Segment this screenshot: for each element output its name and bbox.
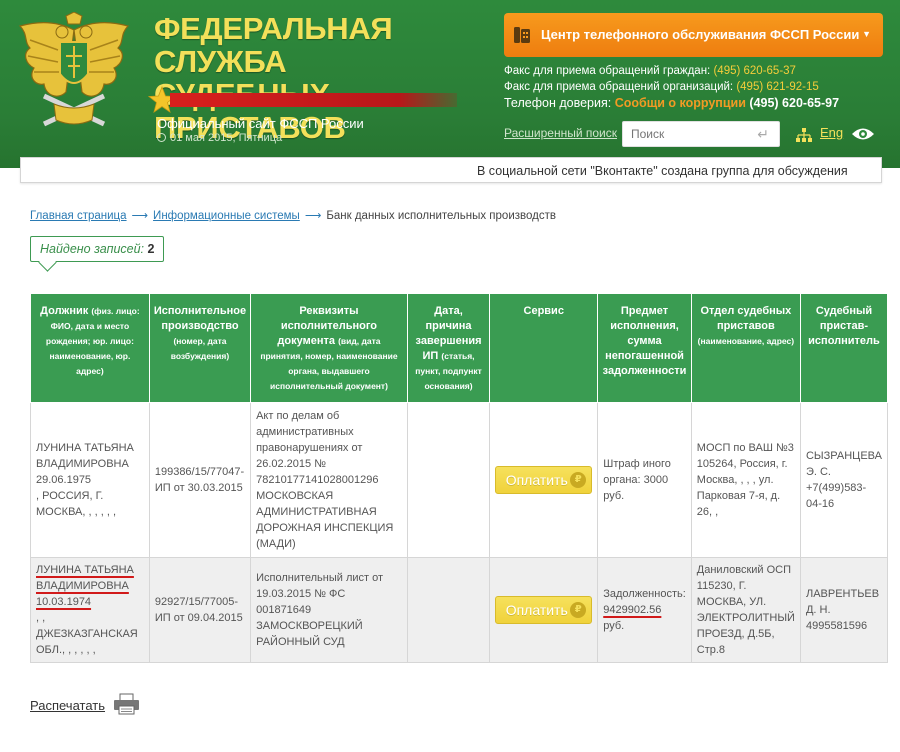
breadcrumb-current: Банк данных исполнительных производств [326,210,556,222]
col-header-debtor: Должник (физ. лицо: ФИО, дата и место ро… [30,294,150,403]
debtor-name-line1: ЛУНИНА ТАТЬЯНА [36,564,134,576]
sitemap-icon[interactable] [796,127,812,143]
cell-document: Акт по делам об административных правона… [250,402,408,558]
results-table: Должник (физ. лицо: ФИО, дата и место ро… [30,294,889,663]
pay-button[interactable]: Оплатить ₽ [495,466,593,494]
site-subtitle: Официальный сайт ФССП России [157,116,364,131]
hotline: Телефон доверия: Сообщи о коррупции (495… [504,95,839,111]
col-department-note: (наименование, адрес) [697,336,795,346]
arrow-right-icon: ⟶ [131,210,149,222]
cell-bailiff: ЛАВРЕНТЬЕВ Д. Н. 4995581596 [799,557,889,663]
enter-icon[interactable]: ↵ [757,126,769,143]
cell-proceeding: 92927/15/77005-ИП от 09.04.2015 [148,557,252,663]
phone-center-dropdown[interactable]: Центр телефонного обслуживания ФССП Росс… [504,13,883,57]
col-debtor-title: Должник [40,305,89,317]
cell-subject: Задолженность: 9429902.56 руб. [597,557,692,663]
pay-button[interactable]: Оплатить ₽ [495,596,593,624]
eye-icon[interactable] [851,126,875,142]
cell-subject: Штраф иного органа: 3000 руб. [597,402,692,558]
cell-debtor: ЛУНИНА ТАТЬЯНА ВЛАДИМИРОВНА 29.06.1975 , Р… [30,402,150,558]
cell-proceeding: 199386/15/77047-ИП от 30.03.2015 [148,402,252,558]
fax-orgs-number: (495) 621-92-15 [736,81,819,93]
debtor-place: , , ДЖЕЗКАЗГАНСКАЯ ОБЛ., , , , , , [36,612,138,656]
arrow-right-icon: ⟶ [304,210,322,222]
col-header-service: Сервис [489,294,599,403]
cell-end [406,402,491,558]
debtor-dob: 10.03.1974 [36,596,92,608]
breadcrumb: Главная страница ⟶ Информационные системы ⟶… [30,208,556,222]
col-header-end: Дата, причина завершения ИП (статья, пун… [406,294,491,403]
debtor-dob: 29.06.1975 [36,474,92,486]
cell-debtor: ЛУНИНА ТАТЬЯНА ВЛАДИМИРОВНА 10.03.1974 , , … [30,557,150,663]
hotline-label: Телефон доверия: [504,96,612,110]
search-input[interactable] [631,122,751,146]
title-line-1: ФЕДЕРАЛЬНАЯ СЛУЖБА [154,11,393,79]
records-found-count: 2 [147,242,155,256]
double-headed-eagle-emblem-icon[interactable] [14,12,134,136]
fax-orgs-label: Факс для приема обращений организаций: [504,81,734,93]
current-date: 01 мая 2015, Пятница [157,132,282,144]
search-box[interactable]: ↵ [622,121,780,147]
phone-icon [514,27,530,43]
ruble-icon: ₽ [570,602,587,618]
table-row: ЛУНИНА ТАТЬЯНА ВЛАДИМИРОВНА 29.06.1975 , Р… [30,402,889,558]
fax-citizens: Факс для приема обращений граждан: (495)… [504,63,839,79]
chevron-down-icon: ▼ [862,29,871,39]
col-department-title: Отдел судебных приставов [700,305,792,332]
breadcrumb-home-link[interactable]: Главная страница [30,210,127,222]
breadcrumb-systems-link[interactable]: Информационные системы [153,210,300,222]
cell-department: МОСП по ВАШ №3 105264, Россия, г. Москва… [690,402,801,558]
debtor-name: ЛУНИНА ТАТЬЯНА ВЛАДИМИРОВНА [36,442,134,470]
contacts-block: Факс для приема обращений граждан: (495)… [504,63,839,111]
records-found-badge: Найдено записей: 2 [30,236,165,262]
col-proceeding-note: (номер, дата возбуждения) [170,336,230,361]
red-ribbon [170,93,457,107]
print-link[interactable]: Распечатать [30,698,105,713]
cell-department: Даниловский ОСП 115230, Г. МОСКВА, УЛ. Э… [690,557,801,663]
pay-button-label: Оплатить [505,602,568,618]
subject-amount: 9429902.56 [603,604,662,616]
fax-citizens-label: Факс для приема обращений граждан: [504,65,711,77]
subject-unit: руб. [603,620,625,632]
cell-document: Исполнительный лист от 19.03.2015 № ФС 0… [250,557,408,663]
cell-end [406,557,491,663]
table-row: ЛУНИНА ТАТЬЯНА ВЛАДИМИРОВНА 10.03.1974 , , … [30,557,889,663]
fax-orgs: Факс для приема обращений организаций: (… [504,79,839,95]
clock-icon [157,133,166,142]
col-proceeding-title: Исполнительное производство [153,305,247,332]
report-corruption-link[interactable]: Сообщи о коррупции [615,96,746,110]
english-language-link[interactable]: Eng [820,125,843,140]
ticker-text: В социальной сети "Вконтакте" создана гр… [477,164,848,178]
printer-icon[interactable] [113,693,140,715]
subject-label: Задолженность: [603,588,686,600]
cell-service: Оплатить ₽ [489,402,599,558]
col-header-document: Реквизиты исполнительного документа (вид… [250,294,408,403]
news-ticker[interactable]: В социальной сети "Вконтакте" создана гр… [20,157,882,183]
col-header-bailiff: Судебный пристав-исполнитель [799,294,889,403]
advanced-search-link[interactable]: Расширенный поиск [504,126,617,140]
col-header-proceeding: Исполнительное производство (номер, дата … [148,294,252,403]
col-header-subject: Предмет исполнения, сумма непогашенной з… [597,294,692,403]
cell-service: Оплатить ₽ [489,557,599,663]
pay-button-label: Оплатить [505,472,568,488]
hotline-number: (495) 620-65-97 [749,96,840,110]
ruble-icon: ₽ [570,472,587,488]
date-text: 01 мая 2015, Пятница [170,132,283,144]
debtor-name-line2: ВЛАДИМИРОВНА [36,580,129,592]
fax-citizens-number: (495) 620-65-37 [713,65,796,77]
col-header-department: Отдел судебных приставов (наименование, а… [690,294,801,403]
records-found-label: Найдено записей: [40,242,145,256]
debtor-place: , РОССИЯ, Г. МОСКВА, , , , , , [36,490,116,518]
table-header-row: Должник (физ. лицо: ФИО, дата и место ро… [30,294,889,403]
cell-bailiff: СЫЗРАНЦЕВА Э. С. +7(499)583-04-16 [799,402,889,558]
site-header: ФЕДЕРАЛЬНАЯ СЛУЖБА СУДЕБНЫХ ПРИСТАВОВ Оф… [0,0,900,168]
phone-center-label: Центр телефонного обслуживания ФССП Росс… [541,27,860,42]
